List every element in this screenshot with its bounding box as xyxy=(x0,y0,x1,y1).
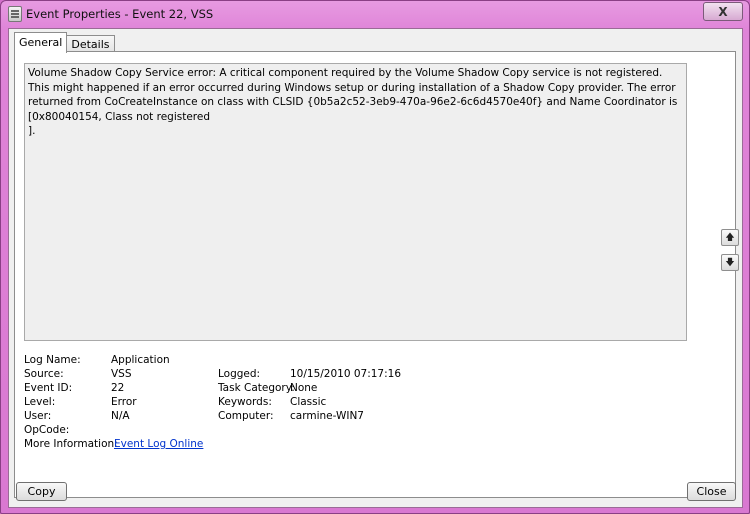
logged-value: 10/15/2010 07:17:16 xyxy=(290,368,402,380)
next-event-button[interactable]: 🡇 xyxy=(721,254,739,271)
level-label: Level: xyxy=(24,396,56,408)
event-log-online-link[interactable]: Event Log Online xyxy=(114,438,203,450)
log-name-value: Application xyxy=(111,354,170,366)
opcode-label: OpCode: xyxy=(24,424,70,436)
source-label: Source: xyxy=(24,368,64,380)
previous-event-button[interactable]: 🡅 xyxy=(721,229,739,246)
source-value: VSS xyxy=(111,368,132,380)
tab-strip: General Details xyxy=(14,32,115,53)
event-properties-window: Event Properties - Event 22, VSS X Gener… xyxy=(0,0,750,514)
event-log-icon xyxy=(8,6,22,22)
tab-general[interactable]: General xyxy=(14,32,68,53)
arrow-up-icon: 🡅 xyxy=(725,232,735,243)
dialog-client: General Details Volume Shadow Copy Servi… xyxy=(8,28,743,508)
close-window-button[interactable]: X xyxy=(703,2,743,21)
close-icon: X xyxy=(718,4,728,19)
task-category-value: None xyxy=(290,382,318,394)
event-id-label: Event ID: xyxy=(24,382,73,394)
copy-button[interactable]: Copy xyxy=(16,482,67,501)
more-info-label: More Information: xyxy=(24,438,118,450)
logged-label: Logged: xyxy=(218,368,261,380)
log-name-label: Log Name: xyxy=(24,354,81,366)
event-id-value: 22 xyxy=(111,382,125,394)
general-tab-panel: Volume Shadow Copy Service error: A crit… xyxy=(14,51,736,498)
user-label: User: xyxy=(24,410,52,422)
close-button[interactable]: Close xyxy=(687,482,736,501)
task-category-label: Task Category: xyxy=(218,382,295,394)
user-value: N/A xyxy=(111,410,130,422)
event-description-text[interactable]: Volume Shadow Copy Service error: A crit… xyxy=(24,63,687,341)
computer-label: Computer: xyxy=(218,410,274,422)
keywords-label: Keywords: xyxy=(218,396,272,408)
level-value: Error xyxy=(111,396,137,408)
computer-value: carmine-WIN7 xyxy=(290,410,364,422)
window-title: Event Properties - Event 22, VSS xyxy=(26,7,214,21)
arrow-down-icon: 🡇 xyxy=(725,257,735,268)
title-bar[interactable]: Event Properties - Event 22, VSS X xyxy=(1,1,749,27)
keywords-value: Classic xyxy=(290,396,327,408)
